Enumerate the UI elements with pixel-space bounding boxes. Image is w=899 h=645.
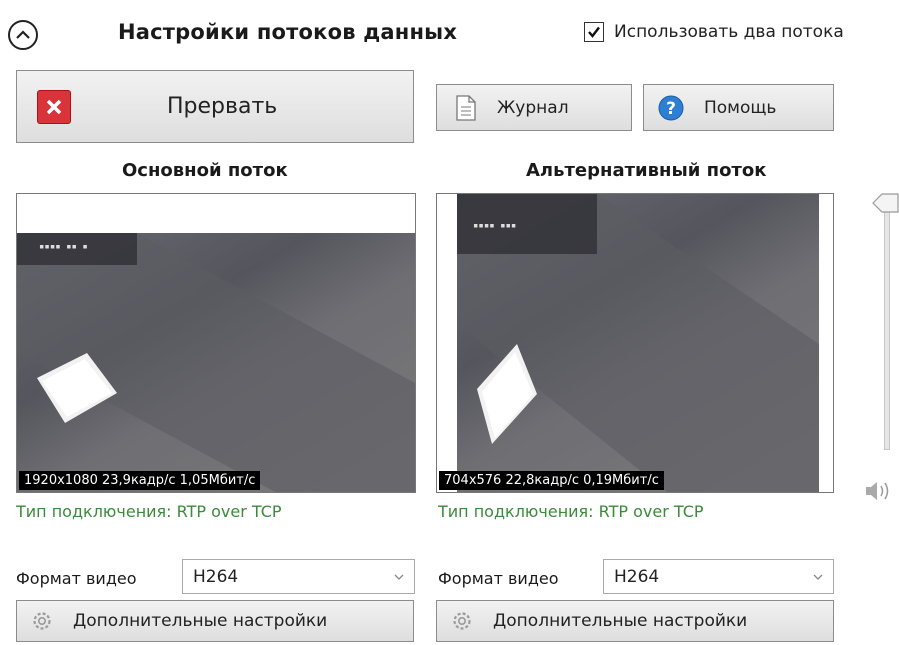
alt-format-select[interactable]: H264 <box>603 559 834 594</box>
alt-stream-title: Альтернативный поток <box>526 160 767 181</box>
help-icon: ? <box>658 95 684 120</box>
camera-frame: ▪▪▪▪ ▪▪ ▪ <box>17 233 415 492</box>
svg-text:▪▪▪▪ ▪▪▪: ▪▪▪▪ ▪▪▪ <box>473 221 516 231</box>
document-icon <box>456 94 476 121</box>
alt-advanced-settings-label: Дополнительные настройки <box>493 611 748 631</box>
main-advanced-settings-label: Дополнительные настройки <box>73 611 328 631</box>
gear-icon <box>33 612 51 630</box>
main-advanced-settings-button[interactable]: Дополнительные настройки <box>16 600 414 642</box>
page-title: Настройки потоков данных <box>118 20 458 44</box>
alt-connection-type: Тип подключения: RTP over TCP <box>438 502 704 521</box>
alt-advanced-settings-button[interactable]: Дополнительные настройки <box>436 600 834 642</box>
main-format-select[interactable]: H264 <box>182 559 415 594</box>
main-format-label: Формат видео <box>16 569 137 588</box>
alt-format-label: Формат видео <box>438 569 559 588</box>
main-stream-title: Основной поток <box>122 160 288 181</box>
svg-text:▪▪▪▪ ▪▪ ▪: ▪▪▪▪ ▪▪ ▪ <box>39 242 88 252</box>
alt-stream-stats: 704x576 22,8кадр/с 0,19Мбит/с <box>439 471 664 490</box>
main-connection-type: Тип подключения: RTP over TCP <box>16 502 282 521</box>
chevron-down-icon <box>813 574 823 580</box>
main-format-value: H264 <box>193 566 239 587</box>
volume-slider-thumb[interactable] <box>872 192 899 214</box>
journal-button[interactable]: Журнал <box>436 84 632 131</box>
dual-stream-option[interactable]: Использовать два потока <box>584 22 844 42</box>
main-stream-preview: ▪▪▪▪ ▪▪ ▪ 1920x1080 23,9кадр/с 1,05Мбит/… <box>16 193 416 493</box>
volume-slider-track[interactable] <box>884 200 890 450</box>
alt-format-value: H264 <box>614 566 660 587</box>
collapse-button[interactable] <box>8 20 38 50</box>
main-stream-stats: 1920x1080 23,9кадр/с 1,05Мбит/с <box>19 471 261 490</box>
chevron-up-icon <box>16 30 30 39</box>
help-button[interactable]: ? Помощь <box>643 84 834 131</box>
gear-icon <box>453 612 471 630</box>
abort-button-label: Прервать <box>167 94 278 119</box>
close-icon <box>37 89 71 124</box>
alt-stream-preview: ▪▪▪▪ ▪▪▪ 704x576 22,8кадр/с 0,19Мбит/с <box>436 193 834 493</box>
journal-button-label: Журнал <box>497 97 569 118</box>
dual-stream-checkbox[interactable] <box>584 22 604 42</box>
camera-frame: ▪▪▪▪ ▪▪▪ <box>457 194 819 492</box>
help-button-label: Помощь <box>704 97 777 118</box>
checkmark-icon <box>588 26 600 38</box>
chevron-down-icon <box>394 574 404 580</box>
abort-button[interactable]: Прервать <box>16 70 414 143</box>
dual-stream-label: Использовать два потока <box>614 22 844 42</box>
svg-text:?: ? <box>666 99 676 119</box>
speaker-icon[interactable] <box>864 480 894 502</box>
